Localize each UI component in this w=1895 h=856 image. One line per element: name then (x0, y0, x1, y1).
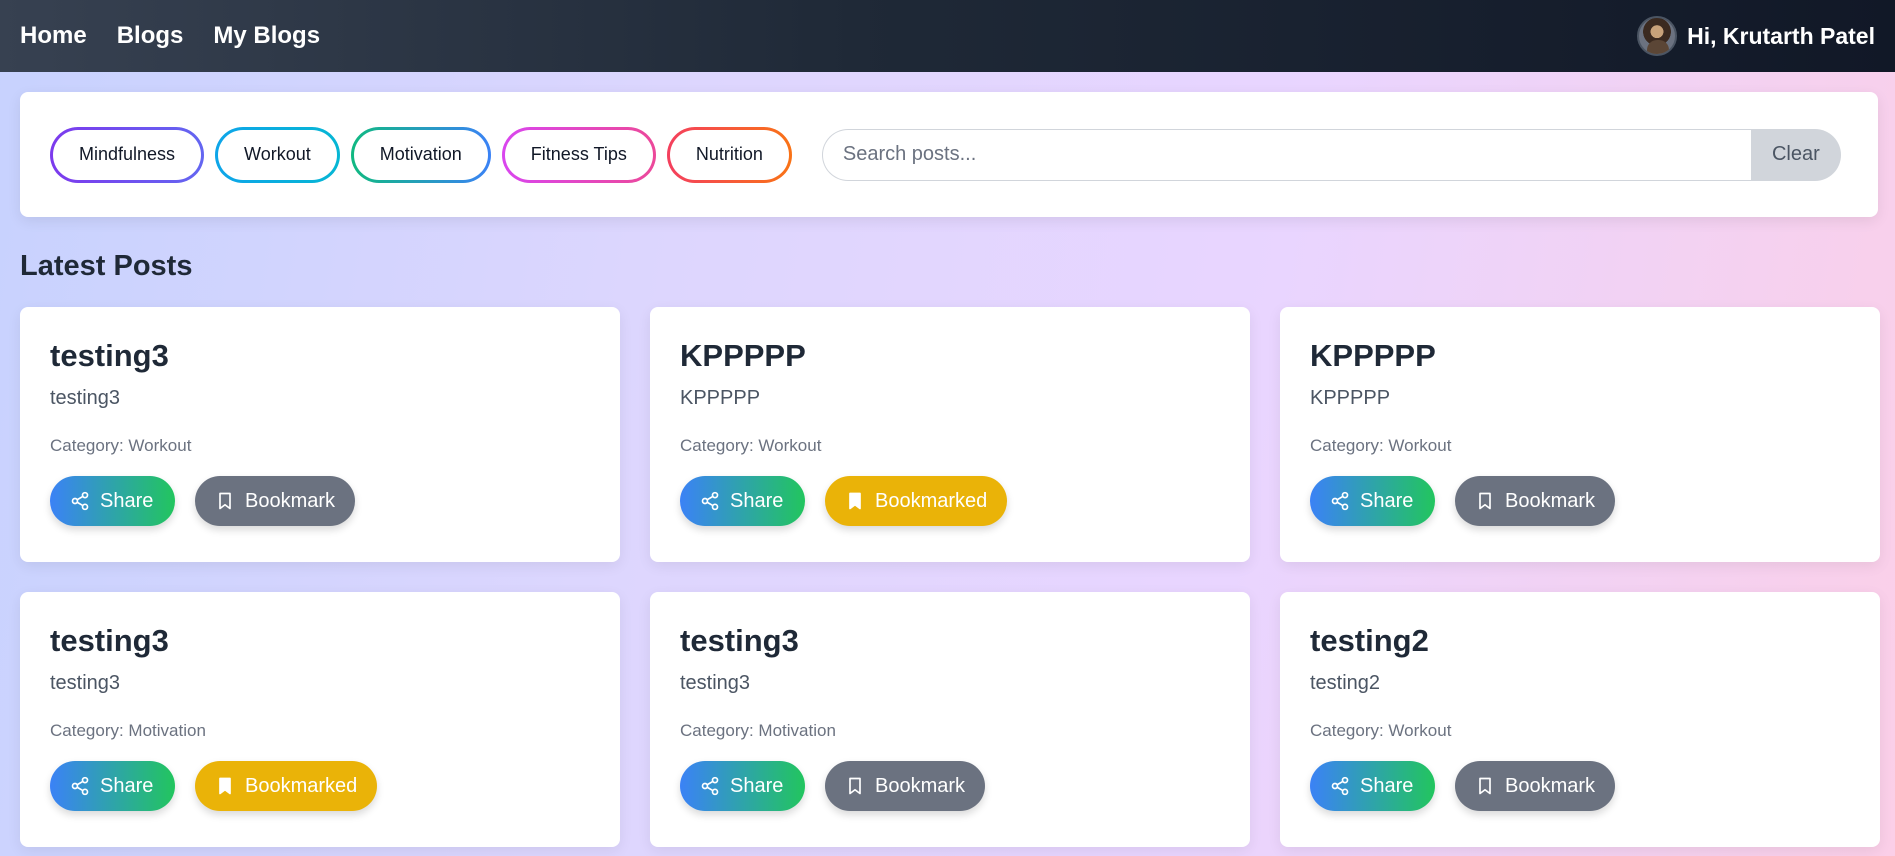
bookmark-button[interactable]: Bookmark (1455, 761, 1616, 812)
bookmark-label: Bookmark (245, 489, 336, 512)
post-excerpt: testing2 (1310, 672, 1381, 695)
post-title[interactable]: KPPPPP (1310, 338, 1850, 373)
share-label: Share (1360, 774, 1414, 797)
bookmark-outline-icon (845, 776, 865, 796)
clear-button[interactable]: Clear (1750, 128, 1841, 181)
post-title[interactable]: testing2 (1310, 623, 1850, 658)
bookmark-outline-icon (1475, 491, 1495, 511)
bookmark-label: Bookmark (875, 774, 966, 797)
chip-fitness-tips[interactable]: Fitness Tips (502, 127, 656, 183)
post-title[interactable]: testing3 (680, 623, 1220, 658)
nav-links: Home Blogs My Blogs (20, 22, 320, 50)
nav-home-link[interactable]: Home (20, 22, 87, 50)
search-bar: Clear (821, 128, 1841, 181)
bookmark-button[interactable]: Bookmark (195, 476, 356, 527)
post-actions: Share Bookmark (680, 761, 1220, 812)
post-category: Category: Workout (50, 436, 192, 456)
chip-mindfulness[interactable]: Mindfulness (50, 127, 204, 183)
nav-blogs-link[interactable]: Blogs (117, 22, 184, 50)
post-category: Category: Motivation (50, 721, 206, 741)
post-actions: Share Bookmarked (50, 761, 590, 812)
post-actions: Share Bookmarked (680, 476, 1220, 527)
post-category: Category: Workout (680, 436, 822, 456)
post-title[interactable]: testing3 (50, 623, 590, 658)
posts-grid: testing3 testing3 Category: Workout Shar… (20, 307, 1880, 847)
post-title[interactable]: KPPPPP (680, 338, 1220, 373)
share-label: Share (730, 774, 784, 797)
bookmark-filled-icon (845, 491, 865, 511)
user-menu[interactable]: Hi, Krutarth Patel (1637, 16, 1875, 56)
share-label: Share (100, 489, 154, 512)
post-card: KPPPPP KPPPPP Category: Workout Share Bo… (1280, 307, 1880, 562)
post-excerpt: testing3 (50, 672, 121, 695)
bookmark-label: Bookmarked (245, 774, 358, 797)
share-icon (1330, 491, 1350, 511)
post-actions: Share Bookmark (1310, 761, 1850, 812)
share-icon (700, 776, 720, 796)
top-navbar: Home Blogs My Blogs Hi, Krutarth Patel (0, 0, 1895, 72)
bookmark-label: Bookmark (1505, 774, 1596, 797)
post-excerpt: testing3 (680, 672, 751, 695)
share-label: Share (100, 774, 154, 797)
share-button[interactable]: Share (1310, 476, 1435, 527)
share-button[interactable]: Share (680, 761, 805, 812)
post-actions: Share Bookmark (1310, 476, 1850, 527)
share-button[interactable]: Share (680, 476, 805, 527)
bookmark-outline-icon (1475, 776, 1495, 796)
post-excerpt: KPPPPP (1310, 387, 1391, 410)
bookmark-button[interactable]: Bookmark (1455, 476, 1616, 527)
post-excerpt: testing3 (50, 387, 121, 410)
bookmarked-button[interactable]: Bookmarked (825, 476, 1008, 527)
share-label: Share (1360, 489, 1414, 512)
user-greeting: Hi, Krutarth Patel (1687, 22, 1875, 49)
post-card: testing3 testing3 Category: Workout Shar… (20, 307, 620, 562)
post-category: Category: Workout (1310, 436, 1452, 456)
category-chips: Mindfulness Workout Motivation Fitness T… (50, 127, 792, 183)
post-excerpt: KPPPPP (680, 387, 761, 410)
post-card: KPPPPP KPPPPP Category: Workout Share Bo… (650, 307, 1250, 562)
bookmark-button[interactable]: Bookmark (825, 761, 986, 812)
bookmark-outline-icon (215, 491, 235, 511)
share-button[interactable]: Share (50, 761, 175, 812)
chip-nutrition[interactable]: Nutrition (667, 127, 792, 183)
post-category: Category: Motivation (680, 721, 836, 741)
nav-my-blogs-link[interactable]: My Blogs (213, 22, 320, 50)
share-button[interactable]: Share (1310, 761, 1435, 812)
post-card: testing3 testing3 Category: Motivation S… (650, 592, 1250, 847)
post-title[interactable]: testing3 (50, 338, 590, 373)
section-title: Latest Posts (20, 250, 193, 282)
bookmark-label: Bookmark (1505, 489, 1596, 512)
share-icon (700, 491, 720, 511)
avatar[interactable] (1637, 16, 1678, 56)
post-actions: Share Bookmark (50, 476, 590, 527)
bookmarked-button[interactable]: Bookmarked (195, 761, 378, 812)
share-icon (70, 776, 90, 796)
post-category: Category: Workout (1310, 721, 1452, 741)
share-icon (70, 491, 90, 511)
chip-workout[interactable]: Workout (215, 127, 340, 183)
post-card: testing2 testing2 Category: Workout Shar… (1280, 592, 1880, 847)
share-label: Share (730, 489, 784, 512)
bookmark-label: Bookmarked (875, 489, 988, 512)
post-card: testing3 testing3 Category: Motivation S… (20, 592, 620, 847)
search-input[interactable] (821, 128, 1751, 181)
share-button[interactable]: Share (50, 476, 175, 527)
chip-motivation[interactable]: Motivation (351, 127, 491, 183)
filter-panel: Mindfulness Workout Motivation Fitness T… (20, 92, 1878, 217)
share-icon (1330, 776, 1350, 796)
bookmark-filled-icon (215, 776, 235, 796)
